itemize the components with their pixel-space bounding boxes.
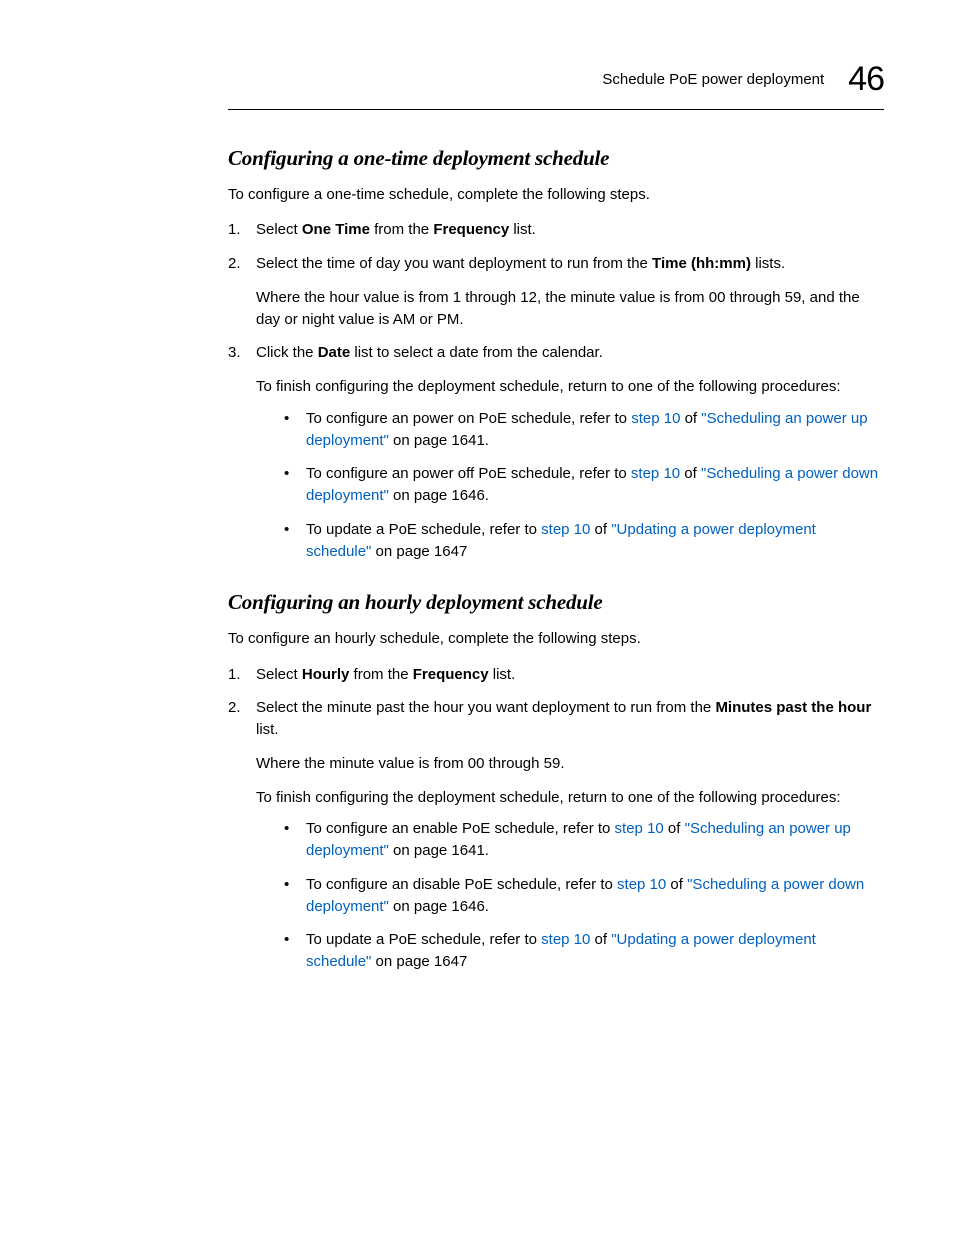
text: Select the time of day you want deployme… [256,255,652,272]
text: on page 1646. [389,487,489,504]
sub-paragraph: Where the hour value is from 1 through 1… [256,287,884,331]
xref-link[interactable]: step 10 [631,410,680,427]
text: of [666,876,687,893]
sub-paragraph: Where the minute value is from 00 throug… [256,753,884,775]
text: list. [489,666,516,683]
list-item: To update a PoE schedule, refer to step … [284,519,884,563]
ui-term: Frequency [433,221,509,238]
list-item: To configure an enable PoE schedule, ref… [284,818,884,862]
text: on page 1641. [389,432,489,449]
step-item: Select One Time from the Frequency list. [228,219,884,241]
lead-text: To configure an hourly schedule, complet… [228,629,884,649]
text: To configure an enable PoE schedule, ref… [306,820,615,837]
bullet-list: To configure an enable PoE schedule, ref… [284,818,884,973]
xref-link[interactable]: step 10 [541,931,590,948]
text: from the [349,666,412,683]
text: list. [256,721,279,738]
list-item: To configure an disable PoE schedule, re… [284,874,884,918]
text: To configure an disable PoE schedule, re… [306,876,617,893]
page: Schedule PoE power deployment 46 Configu… [0,0,954,1235]
list-item: To configure an power on PoE schedule, r… [284,408,884,452]
step-item: Click the Date list to select a date fro… [228,342,884,562]
ui-term: Frequency [413,666,489,683]
xref-link[interactable]: step 10 [541,521,590,538]
steps-list: Select Hourly from the Frequency list. S… [228,664,884,973]
text: To update a PoE schedule, refer to [306,521,541,538]
list-item: To update a PoE schedule, refer to step … [284,929,884,973]
header-rule [228,109,884,110]
text: To configure an power off PoE schedule, … [306,465,631,482]
text: Select [256,666,302,683]
text: of [590,521,611,538]
ui-term: Date [318,344,351,361]
step-item: Select the time of day you want deployme… [228,253,884,330]
ui-term: Minutes past the hour [715,699,871,716]
text: of [664,820,685,837]
bullet-list: To configure an power on PoE schedule, r… [284,408,884,563]
running-title: Schedule PoE power deployment [602,71,824,88]
chapter-number: 46 [848,60,884,99]
ui-term: Hourly [302,666,350,683]
section-heading: Configuring an hourly deployment schedul… [228,590,884,615]
step-item: Select the minute past the hour you want… [228,697,884,973]
text: of [590,931,611,948]
text: To configure an power on PoE schedule, r… [306,410,631,427]
text: lists. [751,255,785,272]
section-hourly: Configuring an hourly deployment schedul… [228,590,884,973]
text: Click the [256,344,318,361]
running-header: Schedule PoE power deployment 46 [228,60,884,99]
text: of [680,410,701,427]
xref-link[interactable]: step 10 [617,876,666,893]
steps-list: Select One Time from the Frequency list.… [228,219,884,562]
lead-text: To configure a one-time schedule, comple… [228,185,884,205]
text: on page 1647 [371,953,467,970]
text: To update a PoE schedule, refer to [306,931,541,948]
text: list to select a date from the calendar. [350,344,603,361]
ui-term: Time (hh:mm) [652,255,751,272]
text: list. [509,221,536,238]
xref-link[interactable]: step 10 [615,820,664,837]
text: on page 1647 [371,543,467,560]
text: Select [256,221,302,238]
xref-link[interactable]: step 10 [631,465,680,482]
text: from the [370,221,433,238]
ui-term: One Time [302,221,370,238]
list-item: To configure an power off PoE schedule, … [284,463,884,507]
text: Select the minute past the hour you want… [256,699,715,716]
section-one-time: Configuring a one-time deployment schedu… [228,146,884,562]
text: on page 1641. [389,842,489,859]
section-heading: Configuring a one-time deployment schedu… [228,146,884,171]
sub-paragraph: To finish configuring the deployment sch… [256,787,884,809]
text: on page 1646. [389,898,489,915]
text: of [680,465,701,482]
sub-paragraph: To finish configuring the deployment sch… [256,376,884,398]
step-item: Select Hourly from the Frequency list. [228,664,884,686]
